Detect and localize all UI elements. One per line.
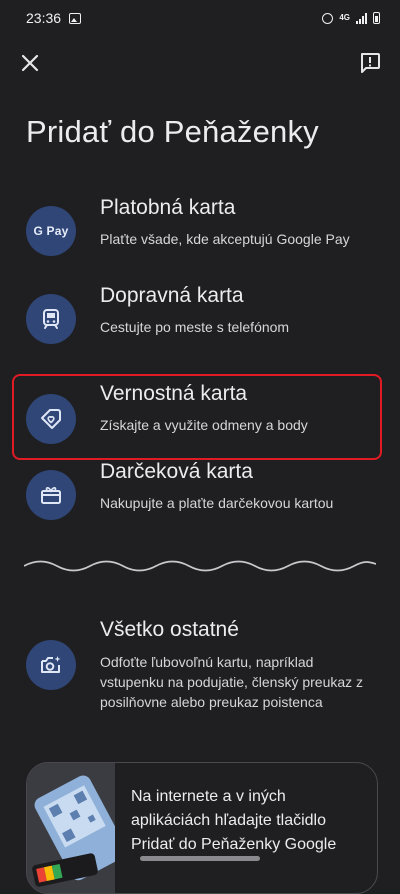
alarm-icon — [322, 12, 334, 24]
option-loyalty-card[interactable]: Vernostná karta Získajte a využite odmen… — [12, 374, 382, 460]
loyalty-icon-circle — [26, 394, 76, 444]
network-type: 4G — [339, 13, 350, 22]
phone-card-illustration — [27, 763, 127, 893]
status-left: 23:36 — [26, 10, 82, 26]
option-title: Darčeková karta — [100, 460, 253, 483]
home-indicator[interactable] — [140, 856, 260, 861]
option-title: Dopravná karta — [100, 284, 244, 307]
promo-card[interactable]: Na internete a v iných aplikáciách hľada… — [26, 762, 378, 894]
close-button[interactable] — [14, 46, 46, 80]
option-transit-card[interactable]: Dopravná karta Cestujte po meste s telef… — [12, 276, 382, 362]
google-pay-icon: G Pay — [26, 206, 76, 256]
camera-icon-circle — [26, 640, 76, 690]
option-title: Všetko ostatné — [100, 618, 239, 641]
signal-icon — [356, 12, 367, 24]
train-icon-circle — [26, 294, 76, 344]
loyalty-tag-icon — [41, 409, 61, 429]
option-payment-card[interactable]: G Pay Platobná karta Plaťte všade, kde a… — [12, 188, 382, 274]
close-icon — [21, 54, 39, 72]
option-gift-card[interactable]: Darčeková karta Nakupujte a plaťte darče… — [12, 452, 382, 538]
page-title: Pridať do Peňaženky — [26, 114, 319, 149]
camera-icon — [41, 656, 61, 673]
gift-card-icon — [41, 487, 61, 504]
promo-text: Na internete a v iných aplikáciách hľada… — [131, 788, 337, 853]
gift-icon-circle — [26, 470, 76, 520]
option-title: Platobná karta — [100, 196, 236, 219]
top-bar — [0, 46, 400, 80]
option-title: Vernostná karta — [100, 382, 248, 405]
option-subtitle: Plaťte všade, kde akceptujú Google Pay — [100, 231, 350, 247]
gallery-notification-icon — [69, 12, 82, 24]
promo-illustration — [27, 763, 127, 893]
train-icon — [43, 309, 59, 329]
status-right: 4G — [322, 12, 380, 24]
status-bar: 23:36 4G — [0, 0, 400, 36]
wavy-divider — [24, 560, 376, 572]
feedback-icon — [361, 53, 380, 73]
feedback-button[interactable] — [354, 46, 386, 80]
status-time: 23:36 — [26, 10, 62, 26]
option-everything-else[interactable]: Všetko ostatné Odfoťte ľubovoľnú kartu, … — [12, 608, 382, 728]
option-subtitle: Odfoťte ľubovoľnú kartu, napríklad vstup… — [100, 654, 364, 710]
option-subtitle: Cestujte po meste s telefónom — [100, 319, 290, 335]
option-subtitle: Získajte a využite odmeny a body — [100, 417, 308, 433]
option-subtitle: Nakupujte a plaťte darčekovou kartou — [100, 495, 334, 511]
battery-icon — [373, 12, 380, 24]
